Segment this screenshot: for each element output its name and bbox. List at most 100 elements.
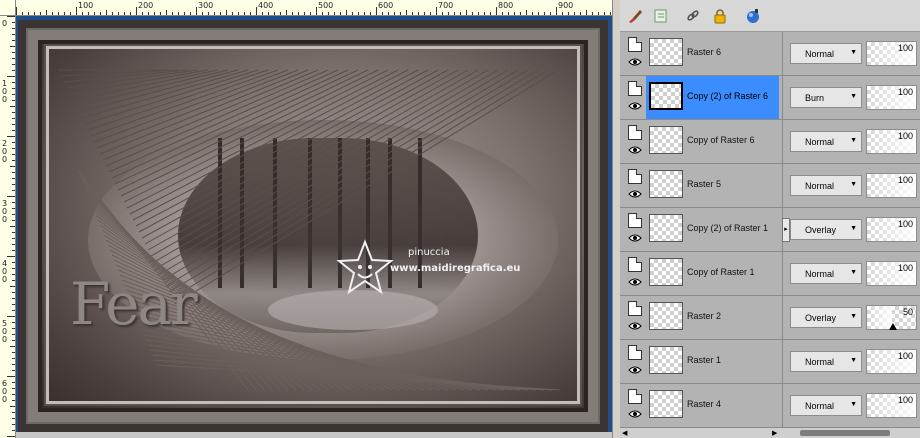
opacity-slider[interactable]: 100 [866, 129, 917, 154]
layer-name: Raster 6 [687, 47, 722, 57]
layers-toolbar [620, 0, 920, 32]
layer-type-icon[interactable] [628, 301, 642, 316]
layer-type-icon[interactable] [628, 213, 642, 228]
blend-mode-dropdown[interactable]: Normal ▼ [790, 351, 862, 372]
ruler-tick [394, 12, 395, 15]
blend-mode-dropdown[interactable]: Normal ▼ [790, 175, 862, 196]
opacity-slider[interactable]: 100 [866, 85, 917, 110]
layer-type-icon[interactable] [628, 169, 642, 184]
layer-type-icon[interactable] [628, 81, 642, 96]
ruler-tick [256, 7, 257, 15]
opacity-marker-icon[interactable] [888, 323, 897, 330]
layer-type-icon[interactable] [628, 37, 642, 52]
canvas-horizontal-scrollbar[interactable] [16, 432, 612, 438]
ruler-tick [100, 12, 101, 15]
layer-name-cell[interactable]: Copy of Raster 6 [646, 120, 779, 163]
layer-row[interactable]: Copy (2) of Raster 6 Burn ▼ 100 [620, 76, 920, 120]
layers-horizontal-scrollbar[interactable]: ◀ ▶ [620, 428, 920, 438]
visibility-eye-icon[interactable] [627, 189, 643, 201]
ruler-tick [12, 184, 15, 185]
scroll-left-icon[interactable]: ◀ [622, 429, 627, 437]
opacity-slider[interactable]: 100 [866, 173, 917, 198]
opacity-slider[interactable]: 100 [866, 217, 917, 242]
layer-type-icon[interactable] [628, 345, 642, 360]
ruler-tick [484, 12, 485, 15]
opacity-slider[interactable]: 100 [866, 41, 917, 66]
layer-name-cell[interactable]: Raster 2 [646, 296, 779, 339]
scroll-thumb[interactable] [800, 430, 890, 436]
layer-row[interactable]: Copy (2) of Raster 1 Overlay ▼ 100 [620, 208, 920, 252]
opacity-value: 100 [897, 175, 913, 185]
layer-row[interactable]: Copy of Raster 6 Normal ▼ 100 [620, 120, 920, 164]
layer-type-icon[interactable] [628, 257, 642, 272]
brush-icon[interactable] [626, 7, 644, 25]
visibility-eye-icon[interactable] [627, 277, 643, 289]
layer-row[interactable]: Raster 6 Normal ▼ 100 [620, 32, 920, 76]
opacity-slider[interactable]: 100 [866, 393, 917, 418]
visibility-eye-icon[interactable] [627, 145, 643, 157]
ruler-tick [418, 12, 419, 15]
blend-mode-dropdown[interactable]: Overlay ▼ [790, 219, 862, 240]
layer-name-cell[interactable]: Raster 4 [646, 384, 779, 427]
blend-mode-dropdown[interactable]: Normal ▼ [790, 131, 862, 152]
visibility-eye-icon[interactable] [627, 57, 643, 69]
ruler-label: 300 [2, 199, 8, 224]
lock-icon[interactable] [711, 7, 729, 25]
opacity-slider[interactable]: 50 [866, 305, 917, 330]
ruler-tick [172, 12, 173, 15]
ruler-tick [196, 7, 197, 15]
layer-name-cell[interactable]: Raster 6 [646, 32, 779, 75]
dropdown-arrow-icon: ▼ [850, 357, 857, 364]
layer-row[interactable]: Raster 4 Normal ▼ 100 [620, 384, 920, 428]
layer-name-cell[interactable]: Copy (2) of Raster 1 [646, 208, 779, 251]
dropdown-arrow-icon: ▼ [850, 269, 857, 276]
layer-name-cell[interactable]: Copy of Raster 1 [646, 252, 779, 295]
layer-name-cell[interactable]: Raster 1 [646, 340, 779, 383]
ruler-tick [12, 352, 15, 353]
layer-row[interactable]: Raster 2 Overlay ▼ 50 [620, 296, 920, 340]
visibility-eye-icon[interactable] [627, 409, 643, 421]
layer-name: Copy (2) of Raster 6 [687, 91, 769, 101]
visibility-eye-icon[interactable] [627, 365, 643, 377]
opacity-slider[interactable]: 100 [866, 349, 917, 374]
layer-row[interactable]: Raster 5 Normal ▼ 100 [620, 164, 920, 208]
visibility-eye-icon[interactable] [627, 233, 643, 245]
panel-separator[interactable] [612, 0, 620, 438]
layer-name-cell[interactable]: Copy (2) of Raster 6 [646, 76, 779, 119]
ruler-tick [10, 406, 15, 407]
blend-mode-dropdown[interactable]: Normal ▼ [790, 263, 862, 284]
artwork-image[interactable]: Fear pinuccia www.maidiregrafica.eu [18, 20, 608, 432]
layer-type-icon[interactable] [628, 389, 642, 404]
layer-properties-icon[interactable] [652, 7, 670, 25]
ruler-tick [52, 12, 53, 15]
visibility-eye-icon[interactable] [627, 101, 643, 113]
ruler-tick [12, 292, 15, 293]
blend-mode-dropdown[interactable]: Normal ▼ [790, 395, 862, 416]
layer-type-icon[interactable] [628, 125, 642, 140]
blend-mode-dropdown[interactable]: Burn ▼ [790, 87, 862, 108]
ruler-tick [526, 10, 527, 15]
ruler-label: 700 [438, 1, 454, 10]
ruler-tick [10, 286, 15, 287]
ruler-tick [232, 12, 233, 15]
mask-icon[interactable] [744, 7, 762, 25]
scroll-right-icon[interactable]: ▶ [772, 429, 777, 437]
dropdown-arrow-icon: ▼ [850, 49, 857, 56]
layer-row[interactable]: Copy of Raster 1 Normal ▼ 100 [620, 252, 920, 296]
visibility-eye-icon[interactable] [627, 321, 643, 333]
blend-mode-dropdown[interactable]: Overlay ▼ [790, 307, 862, 328]
blend-mode-dropdown[interactable]: Normal ▼ [790, 43, 862, 64]
layer-name-cell[interactable]: Raster 5 [646, 164, 779, 207]
opacity-value: 100 [897, 219, 913, 229]
layer-row[interactable]: Raster 1 Normal ▼ 100 [620, 340, 920, 384]
ruler-tick [22, 12, 23, 15]
ruler-tick [12, 220, 15, 221]
canvas-area[interactable]: 100 200 300 400 500 600 700 800 900 0 100 200 300 40… [0, 0, 612, 438]
expand-panel-button[interactable]: ▸ [782, 218, 790, 242]
link-icon[interactable] [684, 7, 702, 25]
ruler-tick [538, 12, 539, 15]
ruler-tick [12, 214, 15, 215]
opacity-slider[interactable]: 100 [866, 261, 917, 286]
layer-list: Raster 6 Normal ▼ 100 Copy (2) of Raster 6 Bu… [620, 32, 920, 428]
ruler-label: 300 [198, 1, 214, 10]
